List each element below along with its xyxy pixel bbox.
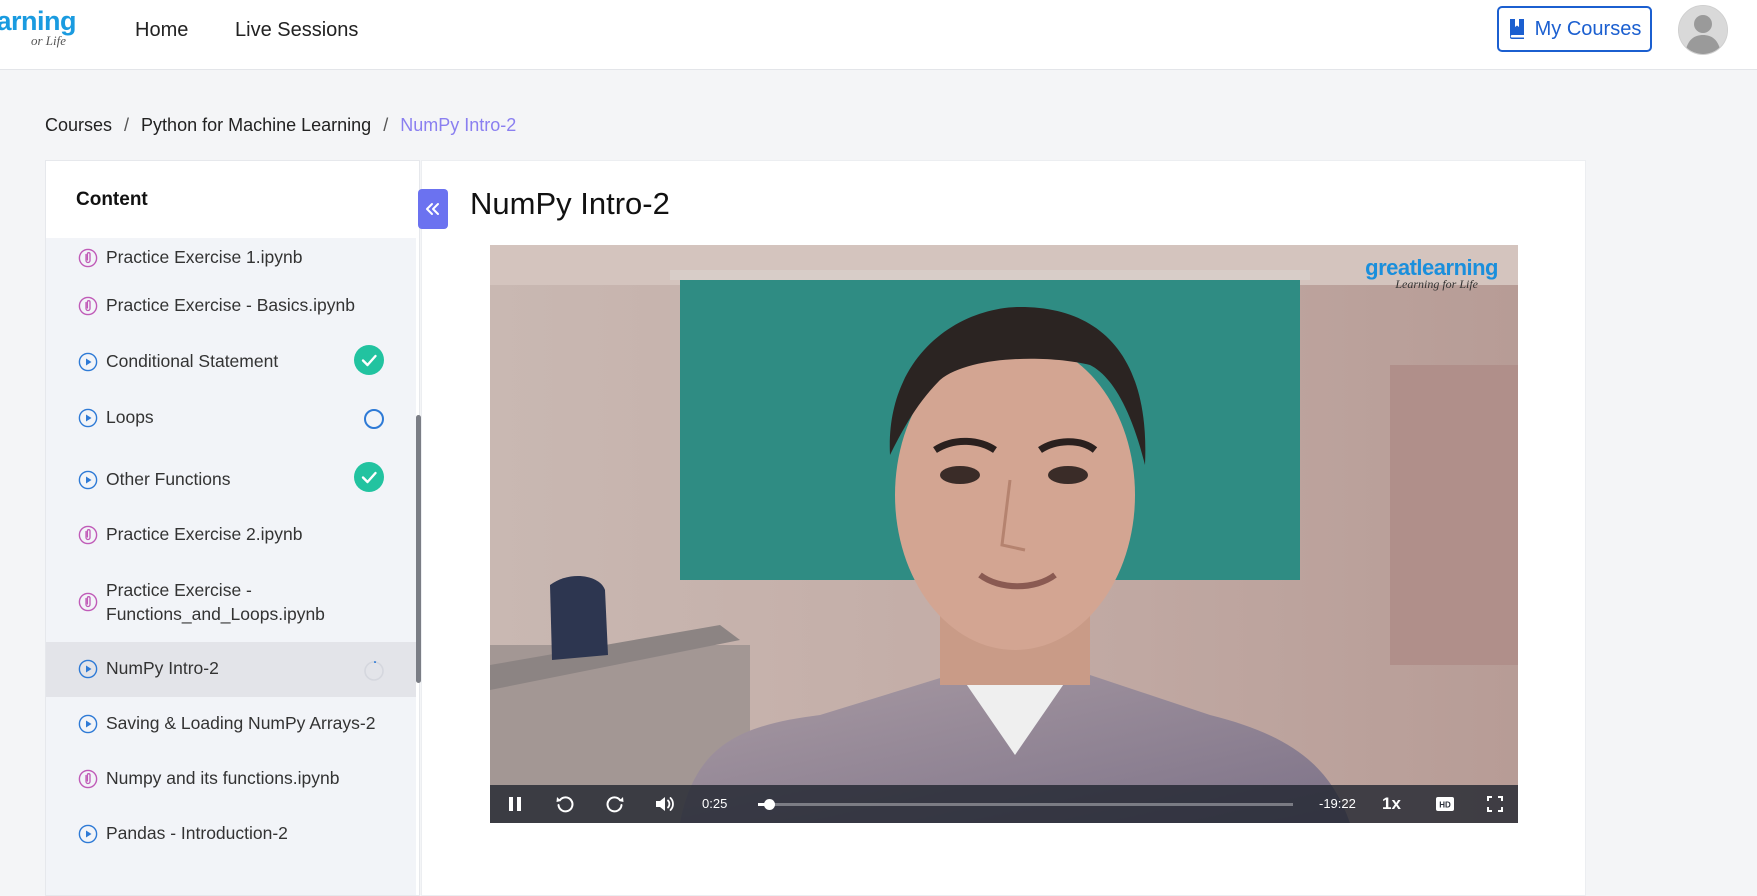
play-circle-icon	[78, 352, 98, 372]
fullscreen-icon	[1487, 796, 1503, 812]
play-circle-icon	[78, 824, 98, 844]
collapse-sidebar-button[interactable]	[418, 189, 448, 229]
fullscreen-button[interactable]	[1480, 785, 1510, 823]
list-item[interactable]: Practice Exercise - Functions_and_Loops.…	[46, 561, 416, 642]
forward-button[interactable]	[600, 785, 630, 823]
list-item[interactable]: Practice Exercise 1.ipynb	[46, 238, 416, 278]
breadcrumb-course-name[interactable]: Python for Machine Learning	[141, 115, 371, 136]
rewind-icon	[556, 796, 574, 813]
remaining-time: -19:22	[1319, 796, 1356, 811]
logo-tagline: or Life	[30, 33, 66, 48]
breadcrumb: Courses / Python for Machine Learning / …	[45, 115, 516, 136]
list-item[interactable]: Loops	[46, 390, 416, 447]
list-item[interactable]: Other Functions	[46, 447, 416, 509]
paperclip-icon	[78, 592, 98, 612]
list-item[interactable]: Conditional Statement	[46, 333, 416, 390]
rewind-button[interactable]	[550, 785, 580, 823]
list-item-label: NumPy Intro-2	[106, 658, 219, 678]
empty-circle-icon	[364, 409, 384, 429]
user-avatar[interactable]	[1678, 5, 1728, 55]
breadcrumb-separator: /	[124, 115, 130, 135]
playback-speed-button[interactable]: 1x	[1382, 794, 1401, 814]
top-navigation-bar: arning or Life Home Live Sessions My Cou…	[0, 0, 1757, 70]
video-player[interactable]: greatlearning Learning for Life 0:25 -19…	[490, 245, 1518, 823]
video-watermark: greatlearning Learning for Life	[1365, 255, 1498, 292]
list-item-label: Saving & Loading NumPy Arrays-2	[106, 713, 376, 733]
seek-bar-handle[interactable]	[763, 799, 775, 810]
paperclip-icon	[78, 296, 98, 316]
content-list: Practice Exercise 1.ipynb Practice Exerc…	[46, 238, 416, 895]
seek-bar[interactable]	[758, 799, 1293, 810]
list-item[interactable]: Practice Exercise - Basics.ipynb	[46, 278, 416, 333]
play-circle-icon	[78, 714, 98, 734]
list-item-label-line2: Functions_and_Loops.ipynb	[106, 604, 325, 624]
nav-live-sessions-link[interactable]: Live Sessions	[235, 19, 358, 42]
nav-home-link[interactable]: Home	[135, 19, 188, 42]
check-circle-icon	[354, 462, 384, 492]
great-learning-logo[interactable]: arning or Life	[0, 6, 80, 50]
content-sidebar: Content Practice Exercise 1.ipynb Practi…	[45, 160, 420, 896]
breadcrumb-separator: /	[383, 115, 389, 135]
list-item[interactable]: Practice Exercise 2.ipynb	[46, 509, 416, 561]
volume-icon	[656, 797, 674, 811]
list-item[interactable]: Pandas - Introduction-2	[46, 807, 416, 862]
user-silhouette-icon	[1679, 6, 1727, 54]
my-courses-button[interactable]: My Courses	[1497, 6, 1652, 52]
play-circle-icon	[78, 470, 98, 490]
list-item-label: Practice Exercise 1.ipynb	[106, 247, 303, 267]
paperclip-icon	[78, 248, 98, 268]
hd-icon: HD	[1436, 797, 1454, 811]
progress-circle-icon	[364, 661, 384, 681]
pause-icon	[509, 797, 521, 811]
volume-button[interactable]	[650, 785, 680, 823]
forward-icon	[606, 796, 624, 813]
list-item[interactable]: Saving & Loading NumPy Arrays-2	[46, 697, 416, 752]
list-item-label: Practice Exercise 2.ipynb	[106, 524, 303, 544]
play-circle-icon	[78, 408, 98, 428]
sidebar-scrollbar[interactable]	[416, 415, 421, 683]
breadcrumb-current: NumPy Intro-2	[400, 115, 517, 135]
list-item[interactable]: Numpy and its functions.ipynb	[46, 752, 416, 807]
video-controls: 0:25 -19:22 1x HD	[490, 785, 1518, 823]
my-courses-label: My Courses	[1534, 17, 1642, 40]
pause-button[interactable]	[500, 785, 530, 823]
breadcrumb-courses[interactable]: Courses	[45, 115, 112, 136]
paperclip-icon	[78, 769, 98, 789]
list-item-label: Pandas - Introduction-2	[106, 823, 288, 843]
video-frame-image	[490, 245, 1518, 823]
list-item-label-line1: Practice Exercise -	[106, 580, 252, 600]
list-item-active[interactable]: NumPy Intro-2	[46, 642, 416, 697]
list-item-label: Conditional Statement	[106, 351, 279, 371]
sidebar-title: Content	[76, 189, 148, 210]
hd-badge-text: HD	[1439, 801, 1451, 810]
list-item-label: Loops	[106, 407, 154, 427]
book-icon	[1509, 19, 1524, 39]
lesson-title: NumPy Intro-2	[470, 186, 670, 221]
list-item-label: Practice Exercise - Basics.ipynb	[106, 295, 355, 315]
check-circle-icon	[354, 345, 384, 375]
play-circle-icon	[78, 659, 98, 679]
list-item-label: Other Functions	[106, 469, 231, 489]
quality-button[interactable]: HD	[1430, 785, 1460, 823]
list-item-label: Numpy and its functions.ipynb	[106, 768, 340, 788]
paperclip-icon	[78, 525, 98, 545]
double-chevron-left-icon	[426, 203, 439, 215]
elapsed-time: 0:25	[702, 796, 728, 811]
